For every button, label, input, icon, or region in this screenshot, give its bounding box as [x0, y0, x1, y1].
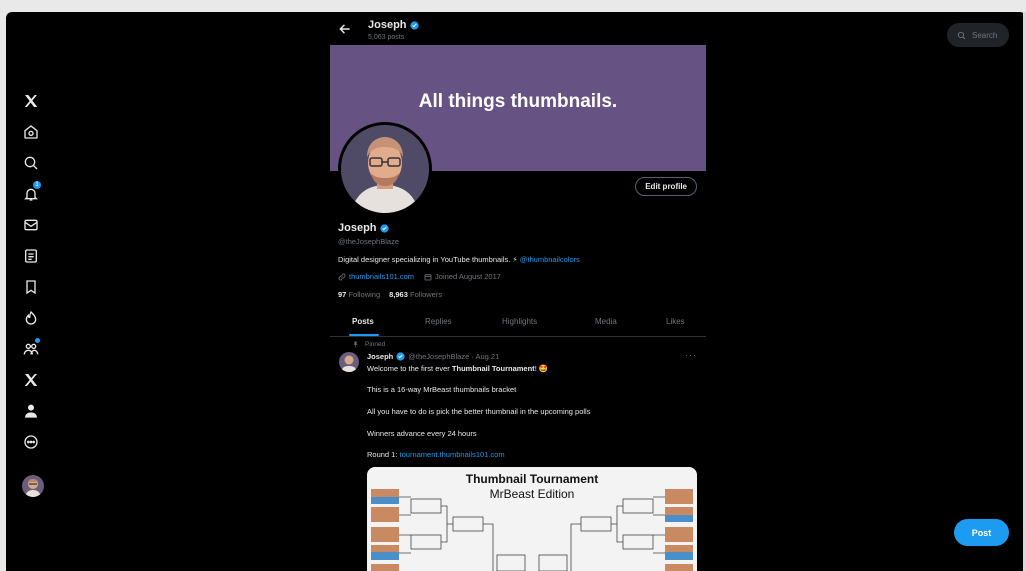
lists-icon[interactable] — [20, 245, 42, 267]
profile-tabs: Posts Replies Highlights Media Likes — [330, 310, 706, 337]
bio-mention-link[interactable]: @thumbnailcolors — [520, 255, 580, 264]
post-line-1: Welcome to the first ever Thumbnail Tour… — [367, 364, 549, 373]
post-count: 5,063 posts — [368, 34, 405, 41]
search-icon — [957, 31, 966, 39]
profile-icon[interactable] — [20, 400, 42, 422]
explore-icon[interactable] — [20, 152, 42, 174]
profile-picture[interactable] — [338, 122, 432, 216]
post-author-name[interactable]: Joseph — [367, 352, 393, 361]
profile-bio: Digital designer specializing in YouTube… — [338, 255, 580, 264]
post-handle-date: @theJosephBlaze · Aug 21 — [408, 352, 500, 361]
post-header: Joseph @theJosephBlaze · Aug 21 — [367, 352, 499, 361]
tab-replies[interactable]: Replies — [425, 317, 452, 326]
notifications-icon[interactable]: 1 — [20, 181, 42, 205]
verified-badge-icon — [379, 223, 389, 233]
link-icon — [338, 273, 346, 280]
calendar-icon — [424, 273, 432, 280]
profile-header-bar: Joseph 5,063 posts — [330, 12, 706, 46]
spaces-icon[interactable] — [20, 307, 42, 329]
profile-meta: thumbnails101.com Joined August 2017 — [338, 272, 501, 281]
home-icon[interactable] — [20, 121, 42, 143]
x-logo-icon[interactable] — [20, 90, 42, 112]
active-tab-indicator — [349, 334, 379, 336]
post-line-4: Winners advance every 24 hours — [367, 429, 477, 438]
joined-date: Joined August 2017 — [435, 272, 501, 281]
post-line-3: All you have to do is pick the better th… — [367, 407, 591, 416]
post-avatar[interactable] — [339, 352, 359, 372]
profile-column: Joseph 5,063 posts All things thumbnails… — [330, 12, 706, 571]
followers-link[interactable]: 8,963 Followers — [389, 290, 442, 299]
tab-posts[interactable]: Posts — [352, 317, 374, 326]
edit-profile-button[interactable]: Edit profile — [635, 177, 697, 196]
search-input[interactable] — [972, 30, 1004, 40]
post-button[interactable]: Post — [954, 519, 1009, 546]
tab-highlights[interactable]: Highlights — [502, 317, 537, 326]
verified-badge-icon — [409, 20, 419, 30]
banner-text: All things thumbnails. — [418, 91, 618, 112]
pin-icon — [353, 341, 358, 348]
messages-icon[interactable] — [20, 214, 42, 236]
sidebar-nav: 1 — [6, 12, 58, 571]
communities-dot — [35, 338, 40, 343]
notification-badge: 1 — [33, 181, 41, 189]
bracket-lines — [371, 489, 693, 571]
bookmarks-icon[interactable] — [20, 276, 42, 298]
search-box[interactable] — [947, 23, 1009, 47]
following-link[interactable]: 97 Following — [338, 290, 380, 299]
post-line-2: This is a 16-way MrBeast thumbnails brac… — [367, 385, 517, 394]
tournament-bracket-image[interactable]: Thumbnail Tournament MrBeast Edition — [367, 467, 697, 571]
more-icon[interactable] — [20, 431, 42, 453]
account-avatar[interactable] — [22, 475, 44, 497]
profile-handle: @theJosephBlaze — [338, 237, 399, 246]
browser-window: 1 Joseph 5,063 posts All things thumbnai… — [6, 12, 1026, 571]
verified-badge-icon — [396, 352, 405, 361]
tournament-link[interactable]: tournament.thumbnails101.com — [400, 450, 505, 459]
back-arrow-icon[interactable] — [338, 22, 352, 36]
post-more-icon[interactable]: ··· — [685, 350, 697, 360]
tab-media[interactable]: Media — [595, 317, 617, 326]
communities-icon[interactable] — [20, 338, 42, 360]
profile-name: Joseph — [338, 222, 389, 234]
follow-stats: 97 Following 8,963 Followers — [338, 290, 442, 299]
website-link[interactable]: thumbnails101.com — [349, 272, 414, 281]
premium-x-icon[interactable] — [20, 369, 42, 391]
post-line-5: Round 1: tournament.thumbnails101.com — [367, 450, 505, 459]
pinned-label: Pinned — [352, 341, 385, 348]
tab-likes[interactable]: Likes — [666, 317, 685, 326]
header-name: Joseph — [368, 19, 419, 31]
